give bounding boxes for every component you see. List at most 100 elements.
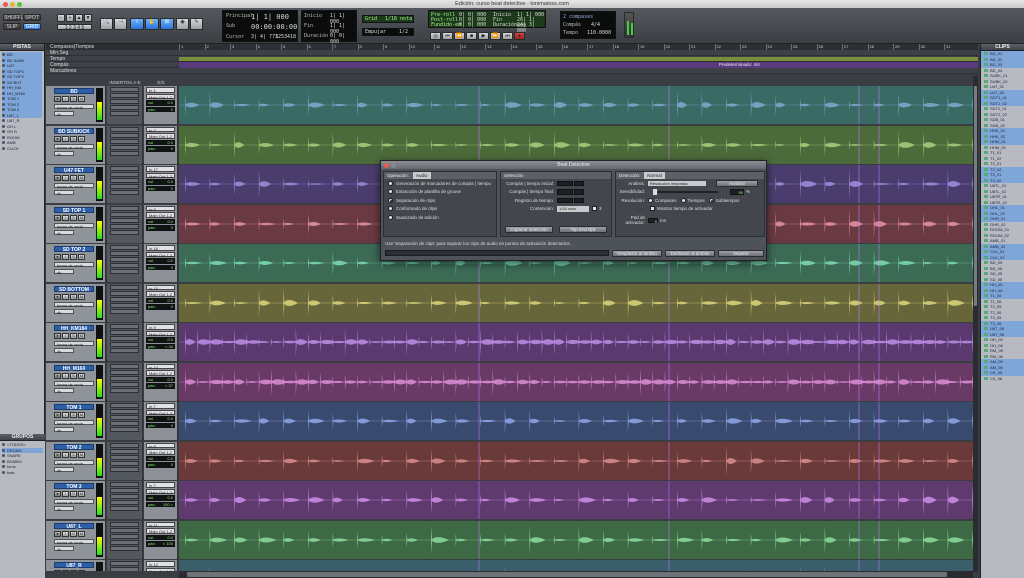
insert-slot[interactable]: [110, 87, 139, 92]
insert-slot[interactable]: [110, 336, 139, 341]
input-select[interactable]: In 2: [146, 126, 175, 133]
main-counter[interactable]: Principal 1| 1| 000 Sub 00:00:00:00 Curs…: [222, 10, 298, 42]
record-icon[interactable]: ●: [514, 32, 525, 40]
insert-slot[interactable]: [110, 442, 139, 448]
operation-option[interactable]: Suavizado de edición: [384, 213, 496, 222]
smart-tool-icon[interactable]: ⊞: [160, 18, 174, 30]
insert-slot[interactable]: [110, 448, 139, 454]
input-select[interactable]: In 15: [146, 284, 175, 291]
visibility-dot-icon[interactable]: [2, 108, 5, 112]
scrubber-tool-icon[interactable]: ◉: [176, 18, 189, 30]
pan-field[interactable]: pan. < 34: [146, 343, 175, 349]
insert-slot[interactable]: [110, 251, 139, 256]
resolution-subbeats-radio[interactable]: [708, 197, 714, 203]
record-enable-button[interactable]: ●: [54, 412, 61, 418]
insert-slot[interactable]: [110, 245, 139, 250]
visibility-dot-icon[interactable]: [2, 86, 5, 90]
insert-slot[interactable]: [110, 263, 139, 268]
insert-slot[interactable]: [110, 454, 139, 460]
insert-slot[interactable]: [110, 387, 139, 393]
record-enable-button[interactable]: ●: [54, 491, 61, 497]
insert-slot[interactable]: [110, 211, 139, 217]
solo-button[interactable]: S: [70, 214, 77, 221]
volume-field[interactable]: vol. 0.0: [146, 534, 175, 540]
input-monitor-button[interactable]: I: [62, 530, 69, 537]
insert-slot[interactable]: [110, 539, 139, 545]
insert-slot[interactable]: [110, 521, 139, 527]
record-enable-button[interactable]: ●: [54, 293, 61, 300]
operation-radio[interactable]: [388, 189, 393, 195]
record-enable-button[interactable]: ●: [54, 530, 61, 537]
pan-field[interactable]: pan. 100 >: [146, 501, 175, 507]
input-monitor-button[interactable]: I: [62, 333, 69, 339]
visibility-dot-icon[interactable]: [2, 102, 5, 106]
visibility-dot-icon[interactable]: [2, 124, 5, 128]
record-enable-button[interactable]: ●: [54, 175, 61, 181]
selection-lcd[interactable]: Inicio 1| 1| 000 Fin 1| 1| 000 Duración …: [301, 10, 357, 45]
mute-button[interactable]: M: [78, 333, 85, 339]
track-view-select[interactable]: forma de onda: [54, 104, 94, 110]
operation-option[interactable]: Conformado de clips: [384, 205, 496, 214]
record-enable-button[interactable]: ●: [54, 451, 61, 458]
solo-button[interactable]: S: [70, 175, 77, 181]
solo-button[interactable]: S: [70, 96, 77, 102]
input-monitor-button[interactable]: I: [62, 293, 69, 300]
insert-slot[interactable]: [110, 290, 139, 296]
track-name[interactable]: BD: [54, 88, 94, 95]
input-monitor-button[interactable]: I: [62, 372, 69, 379]
track-name[interactable]: SD BOTTOM: [54, 285, 94, 293]
solo-button[interactable]: S: [70, 491, 77, 497]
analyze-button[interactable]: Analizar: [716, 179, 758, 187]
input-select[interactable]: In 11: [146, 521, 175, 528]
visibility-dot-icon[interactable]: [2, 53, 5, 57]
input-select[interactable]: In 12: [146, 561, 175, 567]
insert-slot[interactable]: [110, 488, 139, 493]
track-timebase-select[interactable]: dk.: [54, 387, 74, 394]
track-view-select[interactable]: forma de onda: [54, 459, 94, 466]
operation-radio[interactable]: [388, 197, 393, 203]
transport-counters[interactable]: Pre-roll 0| 0| 000 Post-roll 0| 0| 000 F…: [428, 10, 546, 34]
track-playlist-lane[interactable]: [179, 283, 974, 322]
track-view-select[interactable]: forma de onda: [54, 262, 94, 268]
track-name[interactable]: BD SUBKICK: [54, 127, 94, 135]
mute-button[interactable]: M: [78, 214, 85, 221]
operation-radio[interactable]: [388, 180, 393, 186]
insert-slot[interactable]: [110, 494, 139, 499]
visibility-dot-icon[interactable]: [2, 135, 5, 139]
horizontal-scrollbar[interactable]: [179, 571, 973, 578]
insert-slot[interactable]: [110, 421, 139, 426]
track-view-select[interactable]: forma de onda: [54, 380, 94, 387]
input-monitor-button[interactable]: I: [62, 412, 69, 418]
insert-slot[interactable]: [110, 506, 139, 511]
pan-field[interactable]: pan. < 37: [146, 383, 175, 389]
insert-slot[interactable]: [110, 111, 139, 116]
volume-field[interactable]: vol. 0.0: [146, 218, 175, 224]
insert-slot[interactable]: [110, 205, 139, 211]
track-view-select[interactable]: forma de onda: [54, 301, 94, 308]
track-playlist-lane[interactable]: [179, 520, 974, 559]
operation-option[interactable]: Extracción de plantilla de groove: [384, 188, 496, 197]
solo-button[interactable]: S: [70, 412, 77, 418]
input-select[interactable]: In 8: [146, 442, 175, 449]
input-select[interactable]: In 17: [146, 166, 175, 172]
volume-field[interactable]: vol. 0.0: [146, 139, 175, 145]
mute-button[interactable]: M: [78, 412, 85, 418]
operation-option[interactable]: Separación de clips: [384, 196, 496, 205]
tap-end-button[interactable]: Tap End B|B: [559, 226, 607, 233]
return-to-zero-icon[interactable]: ⏮: [442, 32, 453, 40]
insert-slot[interactable]: [110, 172, 139, 177]
start-beat-field[interactable]: [574, 180, 584, 186]
input-monitor-button[interactable]: I: [62, 214, 69, 221]
mute-button[interactable]: M: [78, 135, 85, 142]
solo-button[interactable]: S: [70, 451, 77, 458]
input-monitor-button[interactable]: I: [62, 96, 69, 102]
insert-slot[interactable]: [110, 427, 139, 432]
track-timebase-select[interactable]: dk.: [54, 545, 74, 552]
input-monitor-button[interactable]: I: [62, 451, 69, 458]
record-enable-button[interactable]: ●: [54, 214, 61, 221]
volume-field[interactable]: vol. 0.0: [146, 376, 175, 382]
insert-slot[interactable]: [110, 144, 139, 150]
insert-slot[interactable]: [110, 403, 139, 408]
solo-button[interactable]: S: [70, 372, 77, 379]
insert-slot[interactable]: [110, 363, 139, 369]
